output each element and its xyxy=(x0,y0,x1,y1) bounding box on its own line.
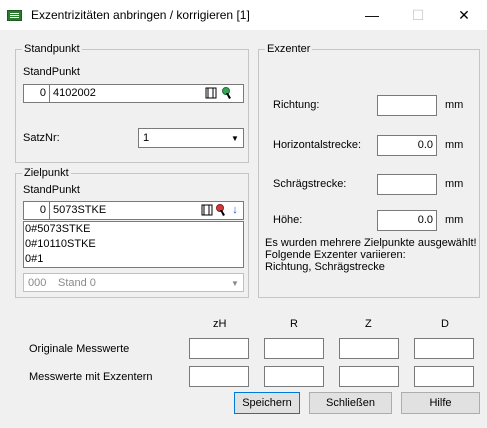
original-zh-input[interactable] xyxy=(189,338,249,359)
richtung-input[interactable] xyxy=(377,95,437,116)
row-label-original: Originale Messwerte xyxy=(29,343,130,355)
horizontalstrecke-unit: mm xyxy=(445,139,464,151)
standpunkt-number: 0 xyxy=(24,85,50,102)
zielpunkt-number: 0 xyxy=(24,202,50,219)
standpunkt-label: StandPunkt xyxy=(23,66,80,78)
column-header-r: R xyxy=(290,318,298,330)
save-button[interactable]: Speichern xyxy=(234,392,300,414)
exzenter-z-input[interactable] xyxy=(339,366,399,387)
exzenter-d-input[interactable] xyxy=(414,366,474,387)
app-icon xyxy=(7,10,22,21)
original-z-input[interactable] xyxy=(339,338,399,359)
hoehe-label: Höhe: xyxy=(273,214,303,226)
pick-point-icon[interactable] xyxy=(215,203,227,217)
table-icon[interactable] xyxy=(205,86,217,100)
list-item[interactable]: 0#1 xyxy=(24,252,243,267)
standpunkt-name: 4102002 xyxy=(53,87,96,99)
station-name: Stand 0 xyxy=(58,277,96,289)
original-r-input[interactable] xyxy=(264,338,324,359)
hoehe-unit: mm xyxy=(445,214,464,226)
arrow-down-icon[interactable]: ↓ xyxy=(229,203,241,217)
help-button[interactable]: Hilfe xyxy=(401,392,480,414)
list-item[interactable]: 0#10110STKE xyxy=(24,237,243,252)
schraegstrecke-input[interactable] xyxy=(377,174,437,195)
standpunkt-field[interactable]: 0 4102002 xyxy=(23,84,244,103)
schraegstrecke-label: Schrägstrecke: xyxy=(273,178,347,190)
zielpunkt-dropdown-list[interactable]: 0#5073STKE 0#10110STKE 0#1 xyxy=(23,221,244,268)
minimize-button[interactable]: — xyxy=(349,0,395,30)
exzenter-r-input[interactable] xyxy=(264,366,324,387)
richtung-unit: mm xyxy=(445,99,464,111)
window-title: Exzentrizitäten anbringen / korrigieren … xyxy=(31,8,250,22)
zielpunkt-name: 5073STKE xyxy=(53,204,107,216)
satznr-select[interactable]: 1 ▼ xyxy=(138,128,244,148)
original-d-input[interactable] xyxy=(414,338,474,359)
column-header-z: Z xyxy=(365,318,372,330)
close-button[interactable]: Schließen xyxy=(309,392,392,414)
horizontalstrecke-input[interactable]: 0.0 xyxy=(377,135,437,156)
station-number: 000 xyxy=(28,277,47,289)
zielpunkt-group-label: Zielpunkt xyxy=(22,167,71,180)
exzenter-zh-input[interactable] xyxy=(189,366,249,387)
info-text-line3: Richtung, Schrägstrecke xyxy=(265,261,385,273)
exzenter-group-label: Exzenter xyxy=(265,43,313,56)
zielpunkt-label: StandPunkt xyxy=(23,184,80,196)
list-item[interactable]: 0#5073STKE xyxy=(24,222,243,237)
hoehe-input[interactable]: 0.0 xyxy=(377,210,437,231)
station-select: 000 Stand 0 ▼ xyxy=(23,273,244,292)
chevron-down-icon[interactable]: ▼ xyxy=(227,129,243,147)
zielpunkt-field[interactable]: 0 5073STKE ↓ xyxy=(23,201,244,220)
standpunkt-group-label: Standpunkt xyxy=(22,43,82,56)
richtung-label: Richtung: xyxy=(273,99,320,111)
table-icon[interactable] xyxy=(201,203,213,217)
row-label-exzenter: Messwerte mit Exzentern xyxy=(29,371,153,383)
chevron-down-icon: ▼ xyxy=(231,279,239,288)
title-bar: Exzentrizitäten anbringen / korrigieren … xyxy=(0,0,487,30)
satznr-label: SatzNr: xyxy=(23,132,60,144)
maximize-button: ☐ xyxy=(411,7,425,23)
pick-point-icon[interactable] xyxy=(221,86,233,100)
horizontalstrecke-label: Horizontalstrecke: xyxy=(273,139,362,151)
close-window-button[interactable]: ✕ xyxy=(441,0,487,30)
schraegstrecke-unit: mm xyxy=(445,178,464,190)
satznr-value: 1 xyxy=(143,132,150,144)
column-header-d: D xyxy=(441,318,449,330)
column-header-zh: zH xyxy=(213,318,227,330)
